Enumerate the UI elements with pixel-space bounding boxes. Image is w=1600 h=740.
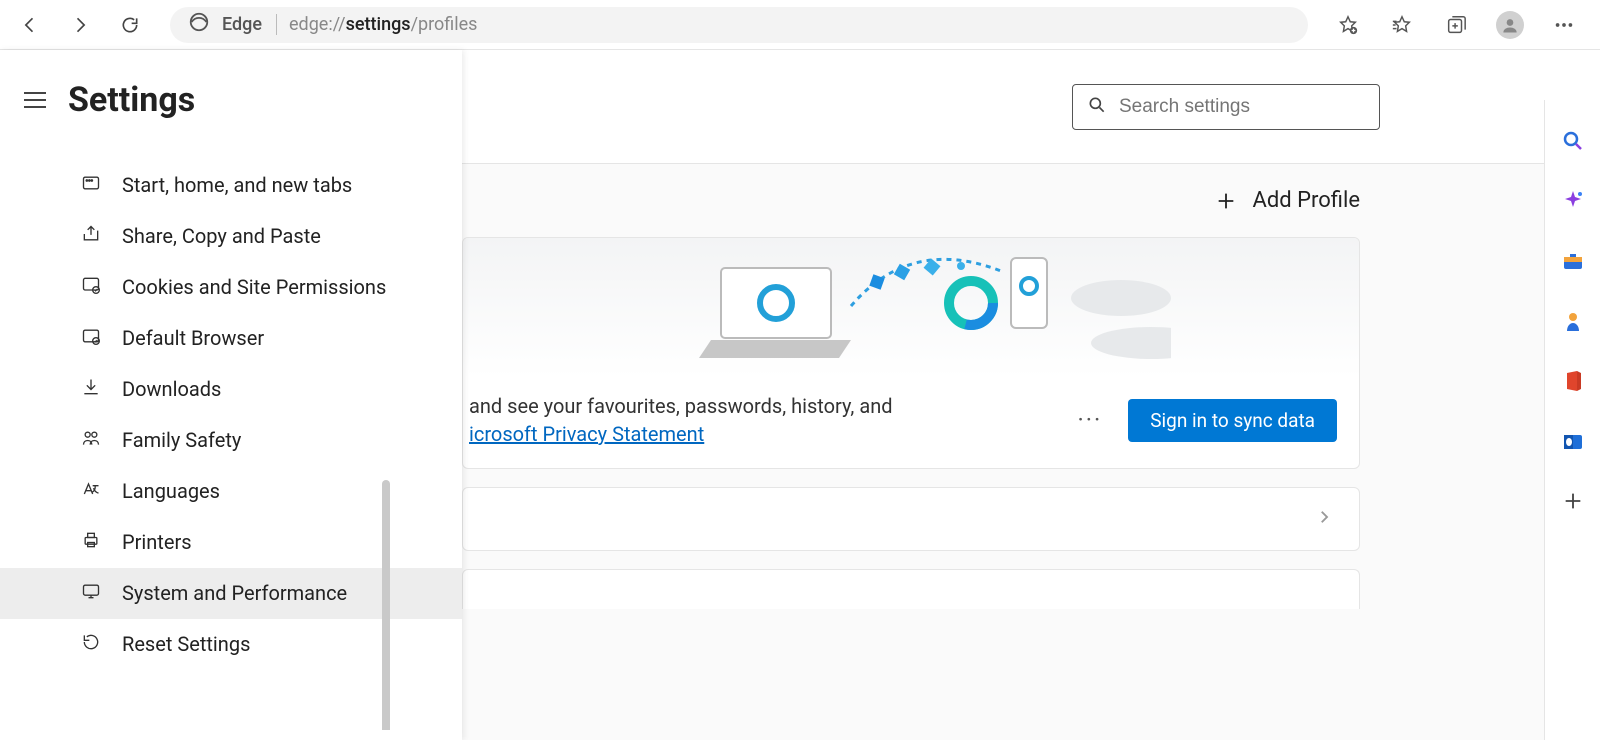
search-settings-input[interactable] [1119,96,1365,118]
search-icon [1087,95,1107,119]
profile-section-row-1[interactable] [462,487,1360,551]
favorite-add-icon[interactable] [1328,5,1368,45]
sidebar-item-printers[interactable]: Printers [0,517,462,568]
download-icon [80,376,102,398]
tabs-icon [80,172,102,194]
sidebar-item-share-copy-paste[interactable]: Share, Copy and Paste [0,211,462,262]
address-bar[interactable]: Edge edge://settings/profiles [170,7,1308,43]
languages-icon [80,478,102,500]
sidebar-item-family-safety[interactable]: Family Safety [0,415,462,466]
sidebar-item-downloads[interactable]: Downloads [0,364,462,415]
settings-title: Settings [68,80,195,120]
content-header [462,50,1600,164]
product-label: Edge [222,14,277,35]
search-settings-box[interactable] [1072,84,1380,130]
printer-icon [80,529,102,551]
rail-plus-icon[interactable] [1558,486,1588,516]
system-icon [80,580,102,602]
sidebar-scrollbar[interactable] [382,480,390,730]
add-profile-button[interactable]: Add Profile [1215,188,1361,213]
reset-icon [80,631,102,653]
family-icon [80,427,102,449]
favorites-icon[interactable] [1382,5,1422,45]
add-profile-label: Add Profile [1253,188,1361,213]
forward-button[interactable] [60,5,100,45]
menu-toggle-icon[interactable] [24,87,50,113]
browser-icon [80,325,102,347]
sidebar-item-system-performance[interactable]: System and Performance [0,568,462,619]
toolbar-right [1328,5,1590,45]
chevron-right-icon [1315,508,1333,530]
sidebar-item-reset-settings[interactable]: Reset Settings [0,619,462,670]
sync-description: and see your favourites, passwords, hist… [469,392,1051,448]
sign-in-sync-button[interactable]: Sign in to sync data [1128,399,1337,442]
profile-avatar[interactable] [1490,5,1530,45]
content-area: Add Profile [462,50,1600,740]
browser-toolbar: Edge edge://settings/profiles [0,0,1600,50]
more-menu-icon[interactable] [1544,5,1584,45]
collections-icon[interactable] [1436,5,1476,45]
right-sidebar-rail [1544,100,1600,740]
rail-outlook-icon[interactable] [1558,426,1588,456]
profile-section-row-2[interactable] [462,569,1360,609]
rail-office-icon[interactable] [1558,366,1588,396]
sidebar-item-cookies-permissions[interactable]: Cookies and Site Permissions [0,262,462,313]
share-icon [80,223,102,245]
profile-hero-image [463,238,1359,378]
rail-search-icon[interactable] [1558,126,1588,156]
settings-list: Start, home, and new tabs Share, Copy an… [0,140,462,730]
privacy-statement-link[interactable]: icrosoft Privacy Statement [469,422,704,446]
profile-more-actions-button[interactable]: ··· [1069,402,1110,438]
edge-logo-icon [188,11,210,38]
refresh-button[interactable] [110,5,150,45]
rail-briefcase-icon[interactable] [1558,246,1588,276]
cookies-icon [80,274,102,296]
profile-card: and see your favourites, passwords, hist… [462,237,1360,469]
sidebar-item-default-browser[interactable]: Default Browser [0,313,462,364]
rail-games-icon[interactable] [1558,306,1588,336]
sidebar-item-languages[interactable]: Languages [0,466,462,517]
sidebar-item-start-home-new-tabs[interactable]: Start, home, and new tabs [0,160,462,211]
back-button[interactable] [10,5,50,45]
rail-ai-sparkle-icon[interactable] [1558,186,1588,216]
settings-sidebar: Settings Start, home, and new tabs Share… [0,50,462,740]
url-text: edge://settings/profiles [289,14,477,35]
